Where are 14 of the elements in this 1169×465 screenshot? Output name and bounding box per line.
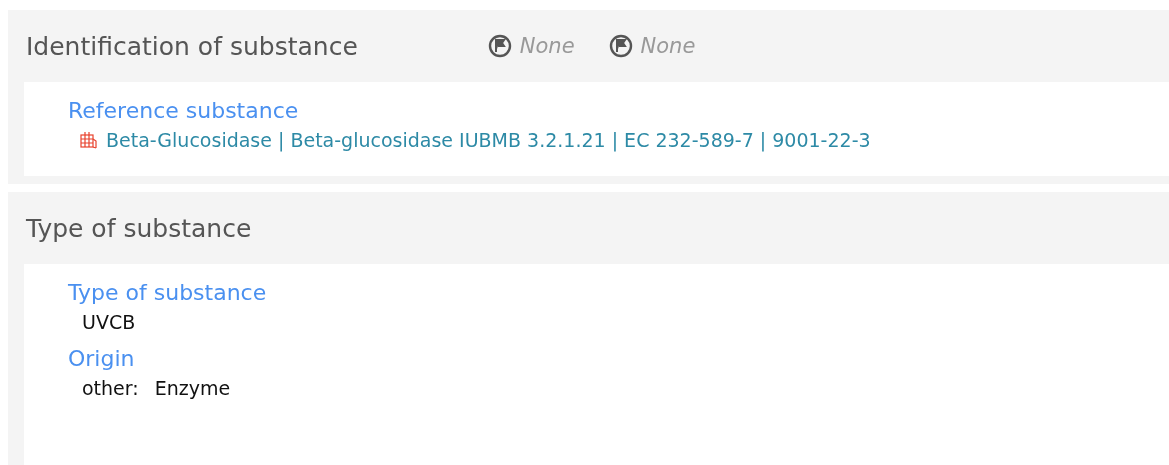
- flag-icon: [487, 34, 512, 58]
- field-label: Reference substance: [68, 97, 300, 125]
- flag-value: None: [640, 34, 696, 58]
- field-label: Type of substance: [68, 279, 268, 307]
- flag-icon: [608, 34, 633, 58]
- section-title: Identification of substance: [26, 31, 358, 61]
- field-label: Origin: [68, 345, 136, 373]
- reference-link[interactable]: Beta-Glucosidase | Beta-glucosidase IUBMB 3.2.1.21 | EC 232-589-7 | 9001-22-3: [106, 126, 871, 154]
- grid-icon: [78, 130, 98, 150]
- value-prefix: other:: [82, 377, 139, 399]
- flag-value: None: [519, 34, 575, 58]
- section-title: Type of substance: [26, 213, 252, 243]
- field-value: Enzyme: [154, 377, 231, 399]
- field-value: UVCB: [82, 311, 136, 333]
